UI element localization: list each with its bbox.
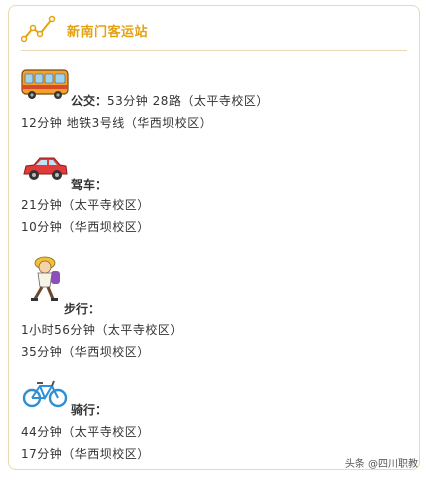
bike-route-2: 17分钟（华西坝校区） [21,447,150,461]
line-graph-icon [21,15,56,43]
walk-route-1: 1小时56分钟（太平寺校区） [21,323,183,337]
bus-label: 公交： [71,94,108,108]
car-label: 驾车： [71,178,108,192]
watermark: 头条 @四川职教 [344,459,418,470]
walk-label: 步行： [64,302,101,316]
walking-person-icon [31,256,60,301]
route-card: 新南门客运站 公交：53分钟 28路（太平寺校区） 12分钟 地铁3号线（华西坝… [8,5,420,470]
bike-route-1: 44分钟（太平寺校区） [21,425,150,439]
bicycle-icon [22,380,68,408]
bus-route-1: 53分钟 28路（太平寺校区） [107,94,269,108]
header-divider [21,50,407,51]
card-header: 新南门客运站 [9,6,419,52]
car-route-1: 21分钟（太平寺校区） [21,198,150,212]
bike-label: 骑行： [71,403,108,417]
bus-icon [21,69,69,99]
walk-route-2: 35分钟（华西坝校区） [21,345,150,359]
car-icon [23,157,68,180]
car-route-2: 10分钟（华西坝校区） [21,220,150,234]
station-title: 新南门客运站 [67,25,149,40]
bus-first-line: 公交：53分钟 28路（太平寺校区） [71,92,269,109]
bus-route-2: 12分钟 地铁3号线（华西坝校区） [21,116,213,130]
